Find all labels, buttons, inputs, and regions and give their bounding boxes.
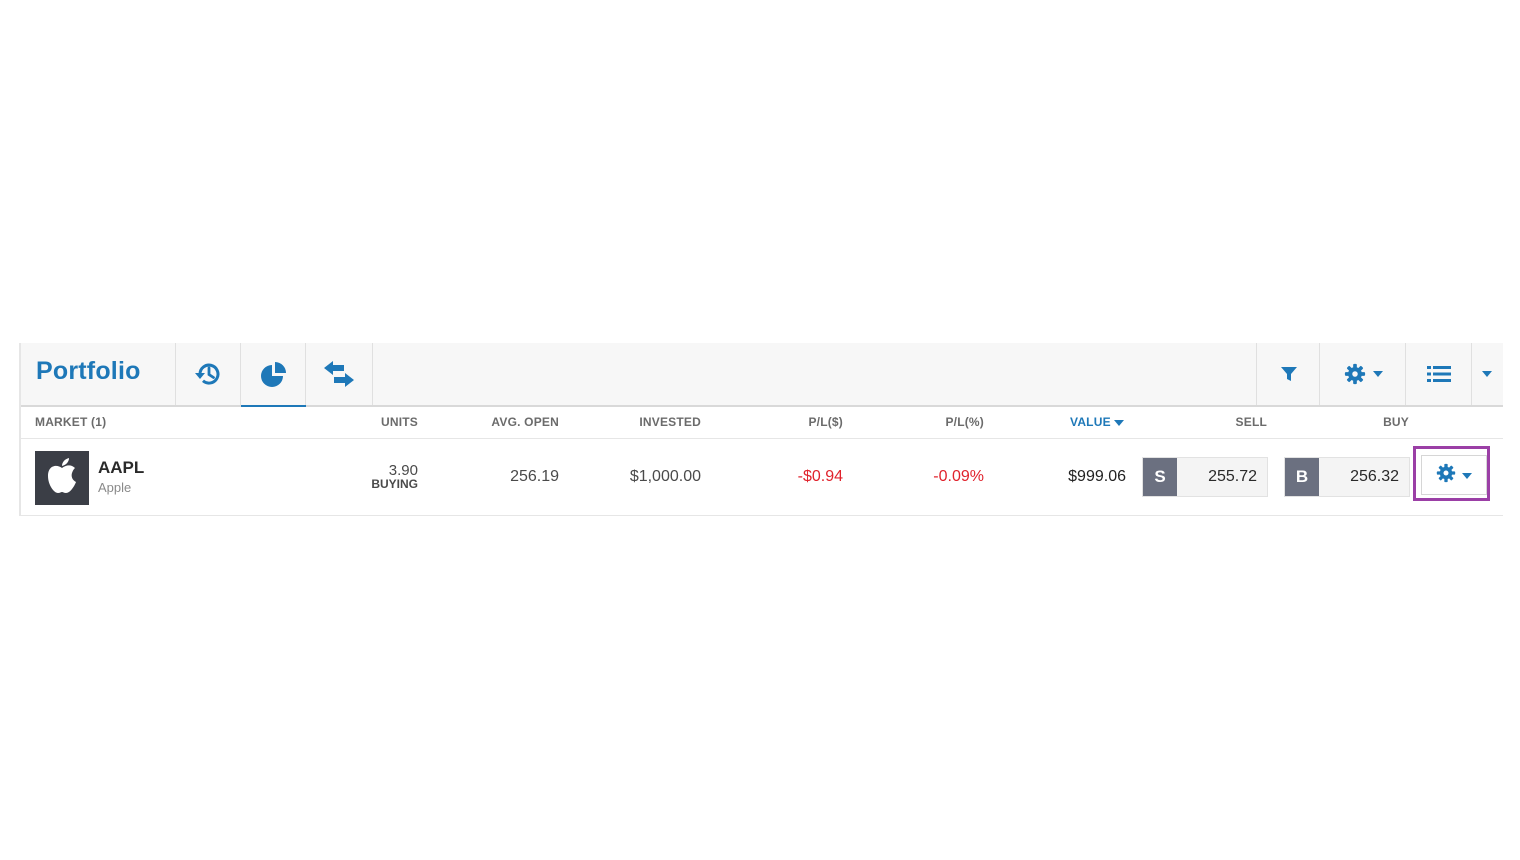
column-header-pl-percent[interactable]: P/L(%) — [884, 415, 984, 429]
sell-price: 255.72 — [1208, 468, 1257, 485]
avg-open-value: 256.19 — [510, 468, 559, 485]
tab-allocation[interactable] — [240, 343, 306, 407]
column-header-value-label: VALUE — [1070, 415, 1111, 429]
column-header-buy[interactable]: BUY — [1309, 415, 1409, 429]
sell-button[interactable]: S 255.72 — [1142, 457, 1268, 497]
buy-button[interactable]: B 256.32 — [1284, 457, 1410, 497]
pie-chart-icon — [259, 359, 289, 389]
column-header-avg-open[interactable]: AVG. OPEN — [459, 415, 559, 429]
sell-tag: S — [1143, 458, 1177, 496]
list-icon — [1426, 364, 1451, 384]
market-logo[interactable] — [35, 451, 89, 505]
filter-icon — [1279, 364, 1299, 384]
highlight-box — [1413, 446, 1490, 501]
column-header-market[interactable]: MARKET (1) — [35, 415, 106, 429]
buy-tag: B — [1285, 458, 1319, 496]
table-header: MARKET (1) UNITS AVG. OPEN INVESTED P/L(… — [21, 407, 1503, 439]
column-header-invested[interactable]: INVESTED — [601, 415, 701, 429]
column-header-pl-dollar[interactable]: P/L($) — [743, 415, 843, 429]
market-ticker[interactable]: AAPL — [98, 458, 144, 478]
caret-down-icon — [1372, 371, 1383, 377]
column-header-sell[interactable]: SELL — [1167, 415, 1267, 429]
units-status: BUYING — [371, 477, 418, 491]
pl-percent-value: -0.09% — [933, 468, 984, 485]
column-header-units[interactable]: UNITS — [358, 415, 418, 429]
swap-arrows-icon — [322, 359, 356, 389]
history-button[interactable] — [175, 343, 241, 405]
caret-down-icon — [1482, 371, 1492, 377]
more-options-dropdown[interactable] — [1471, 343, 1503, 405]
table-row[interactable]: AAPL Apple 3.90 BUYING 256.19 $1,000.00 … — [21, 439, 1503, 516]
page-title: Portfolio — [36, 357, 141, 385]
buy-price: 256.32 — [1350, 468, 1399, 485]
portfolio-toolbar: Portfolio — [21, 343, 1503, 407]
transfer-button[interactable] — [305, 343, 373, 405]
settings-menu-button[interactable] — [1319, 343, 1406, 405]
market-company-name: Apple — [98, 480, 132, 495]
pl-dollar-value: -$0.94 — [797, 468, 843, 485]
list-view-button[interactable] — [1405, 343, 1472, 405]
gear-icon — [1344, 363, 1366, 385]
apple-logo-icon — [45, 457, 79, 500]
value-amount: $999.06 — [1068, 468, 1126, 485]
filter-button[interactable] — [1256, 343, 1320, 405]
invested-value: $1,000.00 — [629, 468, 701, 485]
portfolio-panel: Portfolio MARKET (1) UNITS AVG. OPEN INV… — [19, 343, 1503, 516]
history-icon — [194, 359, 224, 389]
column-header-value[interactable]: VALUE — [1070, 415, 1124, 429]
sort-desc-icon — [1113, 415, 1124, 429]
